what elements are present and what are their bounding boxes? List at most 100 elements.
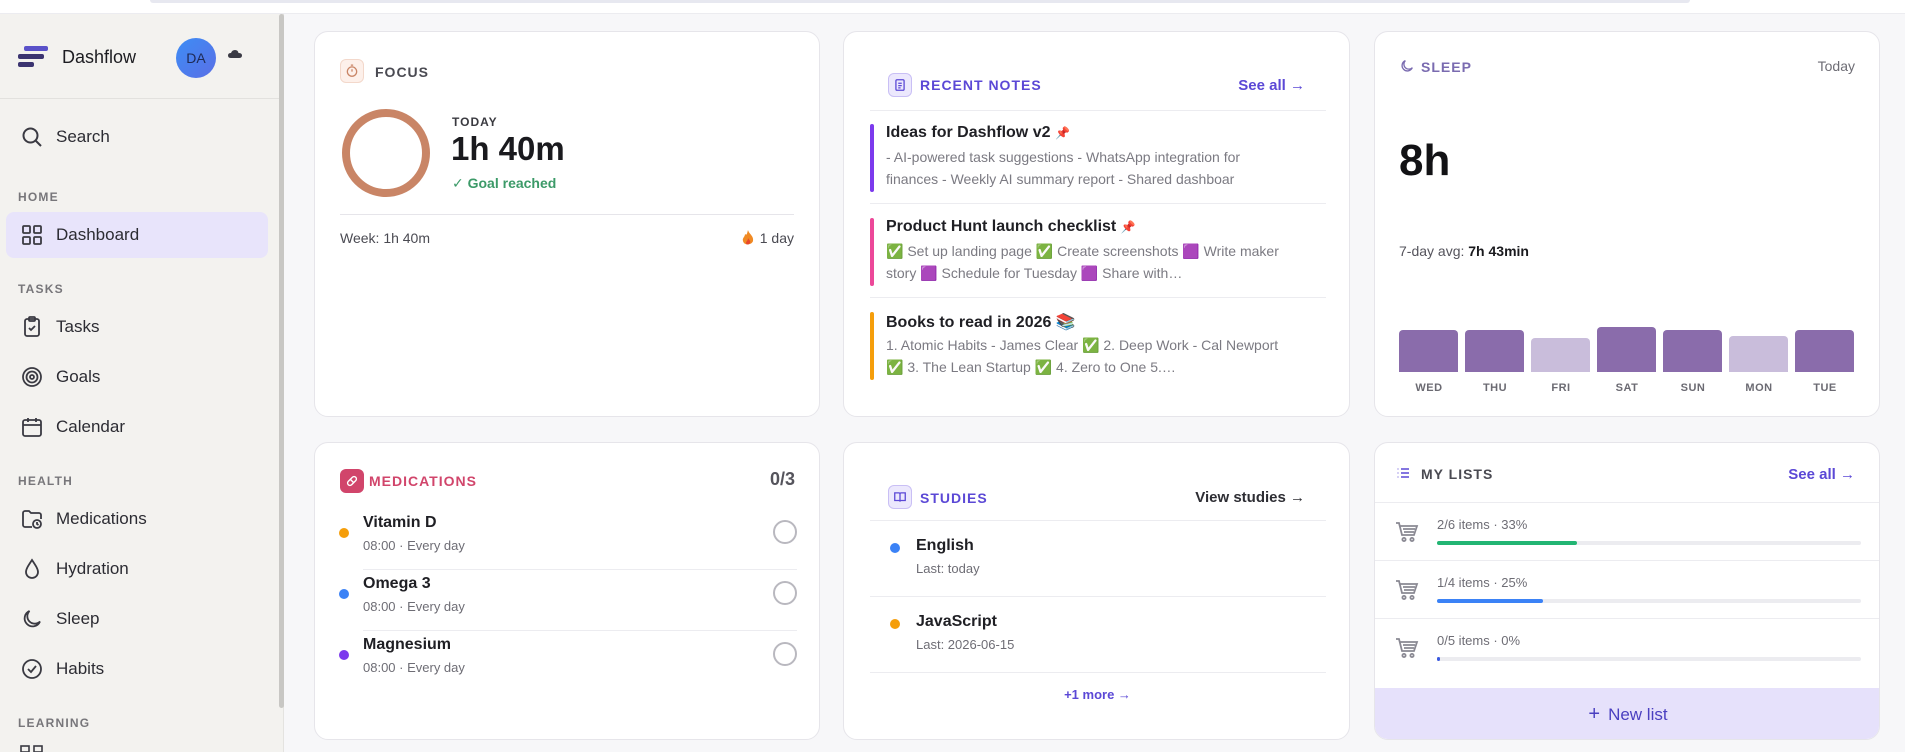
- brand[interactable]: Dashflow: [18, 44, 136, 70]
- list-progress-fill: [1437, 599, 1543, 603]
- studies-card: STUDIES View studies → English Last: tod…: [843, 442, 1350, 740]
- sidebar-divider: [0, 98, 279, 99]
- focus-title: FOCUS: [375, 64, 429, 80]
- cart-icon: [1396, 522, 1419, 542]
- new-list-label: New list: [1608, 704, 1668, 724]
- focus-streak: 1 day: [742, 230, 794, 246]
- more-studies-link[interactable]: +1 more →: [844, 687, 1351, 702]
- sleep-day-label: TUE: [1813, 382, 1837, 394]
- sleep-bar-sat: [1597, 327, 1656, 372]
- view-studies-link[interactable]: View studies →: [1195, 489, 1305, 506]
- note-preview: - AI-powered task suggestions - WhatsApp…: [886, 149, 1241, 187]
- sleep-bar-mon: [1729, 336, 1788, 372]
- medication-name: Magnesium: [363, 636, 452, 653]
- my-lists-card: MY LISTS See all → 2/6 items · 33% 1/4 it…: [1374, 442, 1880, 740]
- sidebar-item-calendar[interactable]: Calendar: [6, 404, 268, 450]
- status-dot: [339, 589, 349, 599]
- note-title: Product Hunt launch checklist 📌: [886, 218, 1136, 235]
- moon-icon: [23, 610, 41, 628]
- sidebar-item-label: Calendar: [56, 417, 125, 436]
- sidebar-item-habits[interactable]: Habits: [6, 646, 268, 692]
- search-icon: [22, 127, 42, 147]
- medications-card: MEDICATIONS 0/3 Vitamin D 08:00 · Every …: [314, 442, 820, 740]
- focus-progress-ring: [342, 109, 430, 197]
- sidebar-item-label: Dashboard: [56, 225, 140, 244]
- status-dot: [339, 528, 349, 538]
- sidebar: Dashflow DA Search HOME Dashboard TASKS …: [0, 14, 284, 752]
- study-last: Last: 2026-06-15: [916, 637, 1015, 652]
- medication-checkbox[interactable]: [773, 642, 797, 666]
- cart-icon: [1396, 580, 1419, 600]
- app-name: Dashflow: [62, 46, 137, 67]
- status-dot: [339, 650, 349, 660]
- focus-goal-status: ✓ Goal reached: [452, 175, 557, 191]
- divider: [340, 214, 794, 215]
- sidebar-item-search[interactable]: Search: [6, 114, 268, 160]
- medication-checkbox[interactable]: [773, 581, 797, 605]
- divider: [870, 672, 1326, 673]
- medication-name: Vitamin D: [363, 514, 437, 531]
- section-home: HOME: [18, 190, 59, 204]
- medications-title: MEDICATIONS: [369, 473, 477, 489]
- grid-icon: [20, 745, 43, 752]
- list-progress-track: [1437, 657, 1861, 661]
- pill-icon: [340, 469, 364, 493]
- status-dot: [890, 543, 900, 553]
- cart-icon: [1396, 638, 1419, 658]
- list-summary: 2/6 items · 33%: [1437, 517, 1528, 532]
- pin-icon: 📌: [1054, 126, 1070, 140]
- note-item[interactable]: Product Hunt launch checklist 📌 ✅ Set up…: [870, 218, 1326, 286]
- avatar[interactable]: DA: [176, 38, 216, 78]
- new-list-button[interactable]: + New list: [1375, 688, 1879, 739]
- study-item[interactable]: JavaScript Last: 2026-06-15: [870, 597, 1326, 671]
- list-progress-track: [1437, 541, 1861, 545]
- folder-clock-icon: [22, 510, 42, 529]
- sidebar-item-dashboard[interactable]: Dashboard: [6, 212, 268, 258]
- medication-checkbox[interactable]: [773, 520, 797, 544]
- list-progress-fill: [1437, 657, 1440, 661]
- focus-today-label: TODAY: [452, 115, 498, 129]
- study-item[interactable]: English Last: today: [870, 521, 1326, 595]
- note-preview: 1. Atomic Habits - James Clear ✅ 2. Deep…: [886, 337, 1279, 375]
- droplet-icon: [25, 558, 39, 579]
- sidebar-item-hydration[interactable]: Hydration: [6, 546, 268, 592]
- sidebar-item-label: Hydration: [56, 559, 129, 578]
- sleep-bar-wed: [1399, 330, 1458, 372]
- focus-today-time: 1h 40m: [451, 130, 565, 167]
- divider: [870, 203, 1326, 204]
- note-title: Books to read in 2026 📚: [886, 314, 1076, 331]
- recent-notes-card: RECENT NOTES See all → Ideas for Dashflo…: [843, 31, 1350, 417]
- lists-see-all-link[interactable]: See all →: [1788, 466, 1855, 483]
- list-item[interactable]: 0/5 items · 0%: [1375, 618, 1879, 676]
- sidebar-item-tasks[interactable]: Tasks: [6, 304, 268, 350]
- list-summary: 1/4 items · 25%: [1437, 575, 1528, 590]
- list-progress-track: [1437, 599, 1861, 603]
- list-item[interactable]: 1/4 items · 25%: [1375, 560, 1879, 618]
- sidebar-scrollbar[interactable]: [279, 14, 284, 708]
- sleep-day-label: FRI: [1551, 382, 1571, 394]
- list-item[interactable]: 2/6 items · 33%: [1375, 502, 1879, 560]
- sidebar-item-sleep[interactable]: Sleep: [6, 596, 268, 642]
- status-dot: [890, 619, 900, 629]
- my-lists-title: MY LISTS: [1421, 466, 1494, 482]
- studies-title: STUDIES: [920, 490, 988, 506]
- pin-icon: 📌: [1120, 220, 1136, 234]
- sleep-bar-fri: [1531, 338, 1590, 372]
- focus-card[interactable]: FOCUS TODAY 1h 40m ✓ Goal reached Week: …: [314, 31, 820, 417]
- sleep-card[interactable]: SLEEP Today 8h 7-day avg: 7h 43min WED TH…: [1374, 31, 1880, 417]
- sidebar-item-label: Goals: [56, 367, 101, 386]
- sidebar-item-label: Sleep: [56, 609, 100, 628]
- list-icon: [1397, 468, 1409, 478]
- sleep-bar-tue: [1795, 330, 1854, 372]
- notes-see-all-link[interactable]: See all →: [1238, 77, 1305, 94]
- note-item[interactable]: Books to read in 2026 📚 1. Atomic Habits…: [870, 312, 1326, 380]
- sidebar-item-label: Tasks: [56, 317, 100, 336]
- medication-item: Magnesium 08:00 · Every day: [339, 628, 797, 690]
- timer-icon: [340, 59, 364, 83]
- sidebar-item-medications[interactable]: Medications: [6, 496, 268, 542]
- flame-icon: [742, 230, 753, 245]
- sidebar-item-goals[interactable]: Goals: [6, 354, 268, 400]
- note-item[interactable]: Ideas for Dashflow v2 📌 - AI-powered tas…: [870, 124, 1326, 192]
- top-search-bar[interactable]: [150, 0, 1690, 3]
- grid-icon: [22, 225, 42, 245]
